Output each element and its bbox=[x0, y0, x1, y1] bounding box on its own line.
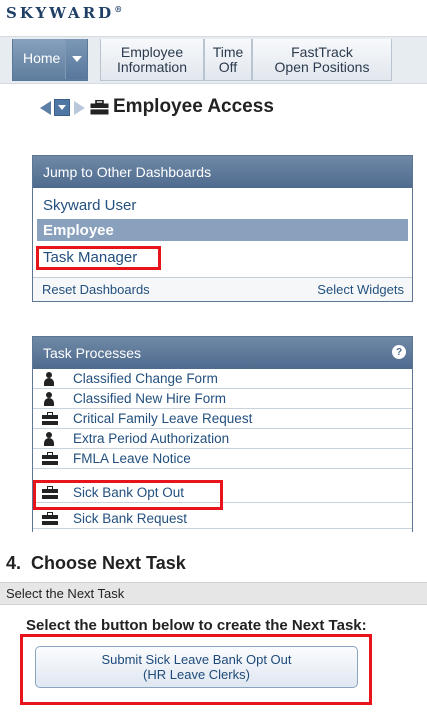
task-processes-panel: Task Processes ? Classified Change Form … bbox=[32, 336, 413, 532]
reset-dashboards-link[interactable]: Reset Dashboards bbox=[42, 282, 150, 297]
skyward-logo: SKYWARD® bbox=[6, 4, 123, 22]
button-label-line2: (HR Leave Clerks) bbox=[143, 667, 250, 682]
jump-panel-header: Jump to Other Dashboards bbox=[33, 156, 412, 188]
nav-tab-fasttrack-open-positions[interactable]: FastTrack Open Positions bbox=[252, 39, 392, 81]
help-icon[interactable]: ? bbox=[392, 345, 406, 359]
dashboard-link-task-manager[interactable]: Task Manager bbox=[43, 249, 137, 266]
task-item-label: Classified New Hire Form bbox=[73, 391, 227, 406]
forward-arrow-icon[interactable] bbox=[74, 101, 85, 115]
nav-tab-employee-information[interactable]: Employee Information bbox=[100, 39, 204, 81]
briefcase-icon bbox=[41, 452, 58, 466]
submit-sick-leave-bank-opt-out-button[interactable]: Submit Sick Leave Bank Opt Out (HR Leave… bbox=[35, 646, 358, 688]
task-item-critical-family-leave-request[interactable]: Critical Family Leave Request bbox=[33, 409, 412, 429]
person-icon bbox=[41, 392, 57, 406]
task-item-label: Classified Change Form bbox=[73, 371, 218, 386]
home-dropdown-button[interactable] bbox=[65, 39, 87, 79]
chevron-down-icon bbox=[71, 56, 82, 62]
briefcase-icon bbox=[41, 412, 58, 426]
page-title: Employee Access bbox=[113, 96, 274, 117]
task-item-fmla-leave-notice[interactable]: FMLA Leave Notice bbox=[33, 449, 412, 469]
briefcase-icon bbox=[41, 486, 58, 500]
task-item-extra-period-authorization[interactable]: Extra Period Authorization bbox=[33, 429, 412, 449]
task-item-classified-change-form[interactable]: Classified Change Form bbox=[33, 369, 412, 389]
dashboard-link-skyward-user[interactable]: Skyward User bbox=[43, 197, 136, 214]
nav-tab-label-line1: Employee bbox=[120, 43, 184, 60]
task-item-label: Extra Period Authorization bbox=[73, 431, 230, 446]
nav-tab-label-line1: FastTrack bbox=[291, 43, 353, 60]
task-item-classified-new-hire-form[interactable]: Classified New Hire Form bbox=[33, 389, 412, 409]
task-item-label: Sick Bank Request bbox=[73, 511, 188, 526]
nav-tab-label-line2: Information bbox=[116, 58, 188, 75]
task-item-sick-bank-request[interactable]: Sick Bank Request bbox=[33, 509, 412, 529]
task-item-label: Sick Bank Opt Out bbox=[73, 485, 185, 500]
nav-tab-label-line2: Off bbox=[218, 58, 238, 75]
nav-tab-label-line2: Open Positions bbox=[274, 58, 370, 75]
step-title: 4. Choose Next Task bbox=[6, 553, 186, 573]
nav-home-label: Home bbox=[23, 50, 61, 66]
briefcase-icon bbox=[90, 99, 109, 115]
top-navigation: Home Employee Information Time Off FastTra… bbox=[0, 36, 427, 84]
nav-tab-label-line1: Time bbox=[212, 43, 244, 60]
jump-dashboards-panel: Jump to Other Dashboards Skyward User Em… bbox=[32, 155, 413, 302]
history-dropdown-button[interactable] bbox=[54, 99, 70, 116]
section-bar-select-next-task: Select the Next Task bbox=[0, 582, 427, 605]
chevron-down-icon bbox=[58, 105, 66, 110]
task-item-sick-bank-opt-out[interactable]: Sick Bank Opt Out bbox=[33, 483, 412, 503]
dashboard-link-employee[interactable]: Employee bbox=[37, 219, 408, 241]
task-panel-header: Task Processes bbox=[33, 337, 412, 369]
task-panel-title: Task Processes bbox=[43, 345, 142, 361]
next-task-instruction: Select the button below to create the Ne… bbox=[26, 617, 367, 634]
select-widgets-link[interactable]: Select Widgets bbox=[317, 282, 404, 297]
person-icon bbox=[41, 372, 57, 386]
task-item-label: FMLA Leave Notice bbox=[73, 451, 191, 466]
jump-panel-footer: Reset Dashboards Select Widgets bbox=[33, 277, 412, 301]
briefcase-icon bbox=[41, 512, 58, 526]
button-label-line1: Submit Sick Leave Bank Opt Out bbox=[101, 652, 292, 667]
nav-home-tab[interactable]: Home bbox=[12, 39, 88, 81]
nav-tab-time-off[interactable]: Time Off bbox=[204, 39, 252, 81]
person-icon bbox=[41, 432, 57, 446]
task-item-label: Critical Family Leave Request bbox=[73, 411, 253, 426]
back-arrow-icon[interactable] bbox=[40, 101, 51, 115]
